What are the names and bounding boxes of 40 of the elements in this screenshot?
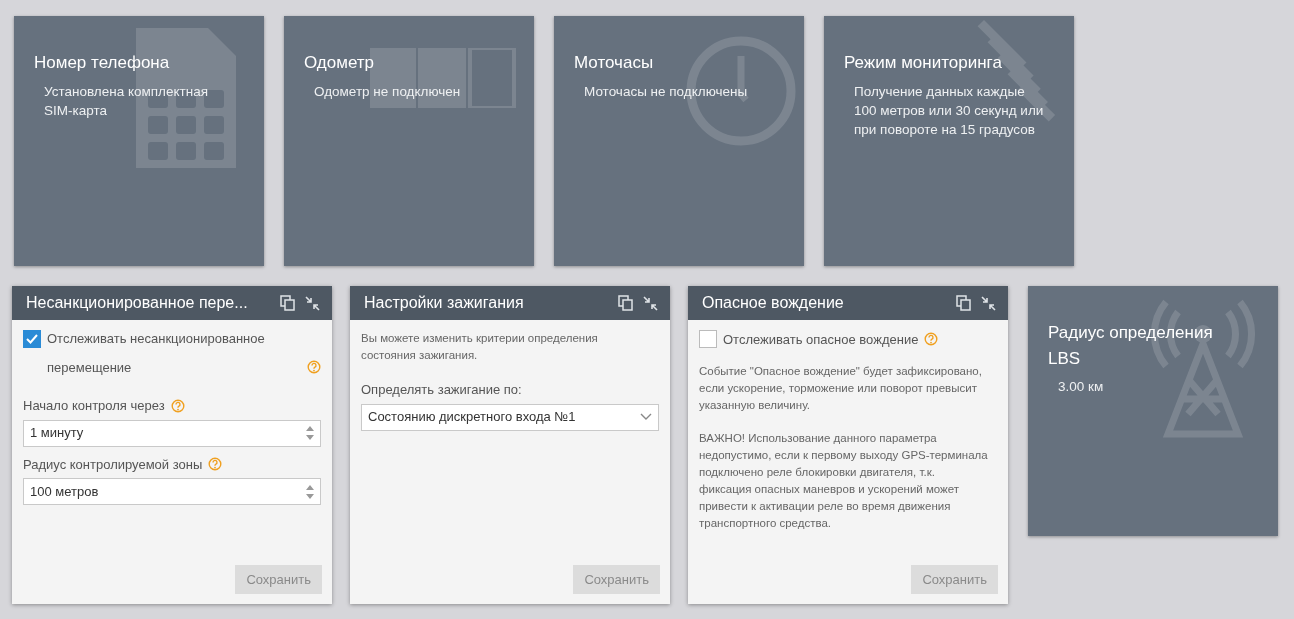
tile-text: Получение данных каждые 100 метров или 30 секунд или при повороте на 15 градусов	[854, 82, 1044, 139]
checkbox[interactable]	[23, 330, 41, 348]
tile-title: Одометр	[304, 52, 376, 74]
tile-text: 3.00 км	[1058, 378, 1105, 396]
panel-title: Настройки зажигания	[364, 293, 524, 313]
panel-title: Опасное вождение	[702, 293, 844, 313]
description-text: ВАЖНО! Использование данного параметра недопустимо, если к первому выходу GPS-терминала подключено реле блокировки двигателя, т.к. фиксация опасных маневров и ускорений может привести к активации реле во время движения транспортного средства.	[699, 431, 989, 531]
tile-title: Радиус определения LBS	[1048, 322, 1214, 370]
chevron-down-icon	[640, 413, 652, 421]
help-icon[interactable]	[924, 332, 939, 346]
copy-icon[interactable]	[618, 295, 633, 311]
copy-icon[interactable]	[280, 295, 295, 311]
collapse-icon[interactable]	[643, 295, 658, 311]
field-label: Определять зажигание по:	[361, 381, 522, 399]
checkbox-label: Отслеживать несанкционированное перемещение	[47, 330, 266, 377]
check-icon	[25, 332, 39, 346]
field-label: Начало контроля через	[23, 397, 165, 415]
spinner-arrows-icon[interactable]	[306, 426, 314, 440]
tile-text: Моточасы не подключены	[584, 82, 749, 101]
field-label: Радиус контролируемой зоны	[23, 455, 203, 474]
spinner-arrows-icon[interactable]	[306, 484, 314, 499]
tile-text: Одометр не подключен	[314, 82, 462, 101]
tile-text: Установлена комплектная SIM-карта	[44, 82, 209, 120]
help-icon[interactable]	[307, 360, 321, 374]
copy-icon[interactable]	[956, 295, 971, 311]
number-field[interactable]: 100 метров	[23, 478, 321, 505]
tile-title: Номер телефона	[34, 52, 171, 74]
collapse-icon[interactable]	[305, 295, 320, 311]
description-text: Вы можете изменить критерии определения состояния зажигания.	[361, 331, 599, 363]
checkbox-label: Отслеживать опасное вождение	[723, 331, 919, 349]
dropdown-field[interactable]: Состоянию дискретного входа №1	[361, 403, 659, 431]
number-field[interactable]: 1 минуту	[23, 419, 321, 447]
collapse-icon[interactable]	[981, 295, 996, 311]
help-icon[interactable]	[208, 457, 223, 472]
tile-title: Режим мониторинга	[844, 52, 1003, 74]
help-icon[interactable]	[170, 398, 185, 413]
tile-title: Моточасы	[574, 52, 655, 74]
panel-title: Несанкционированное пере...	[26, 293, 248, 313]
checkbox[interactable]	[699, 330, 717, 348]
description-text: Событие "Опасное вождение" будет зафиксировано, если ускорение, торможение или поворот превысит указанную величину.	[699, 364, 983, 413]
